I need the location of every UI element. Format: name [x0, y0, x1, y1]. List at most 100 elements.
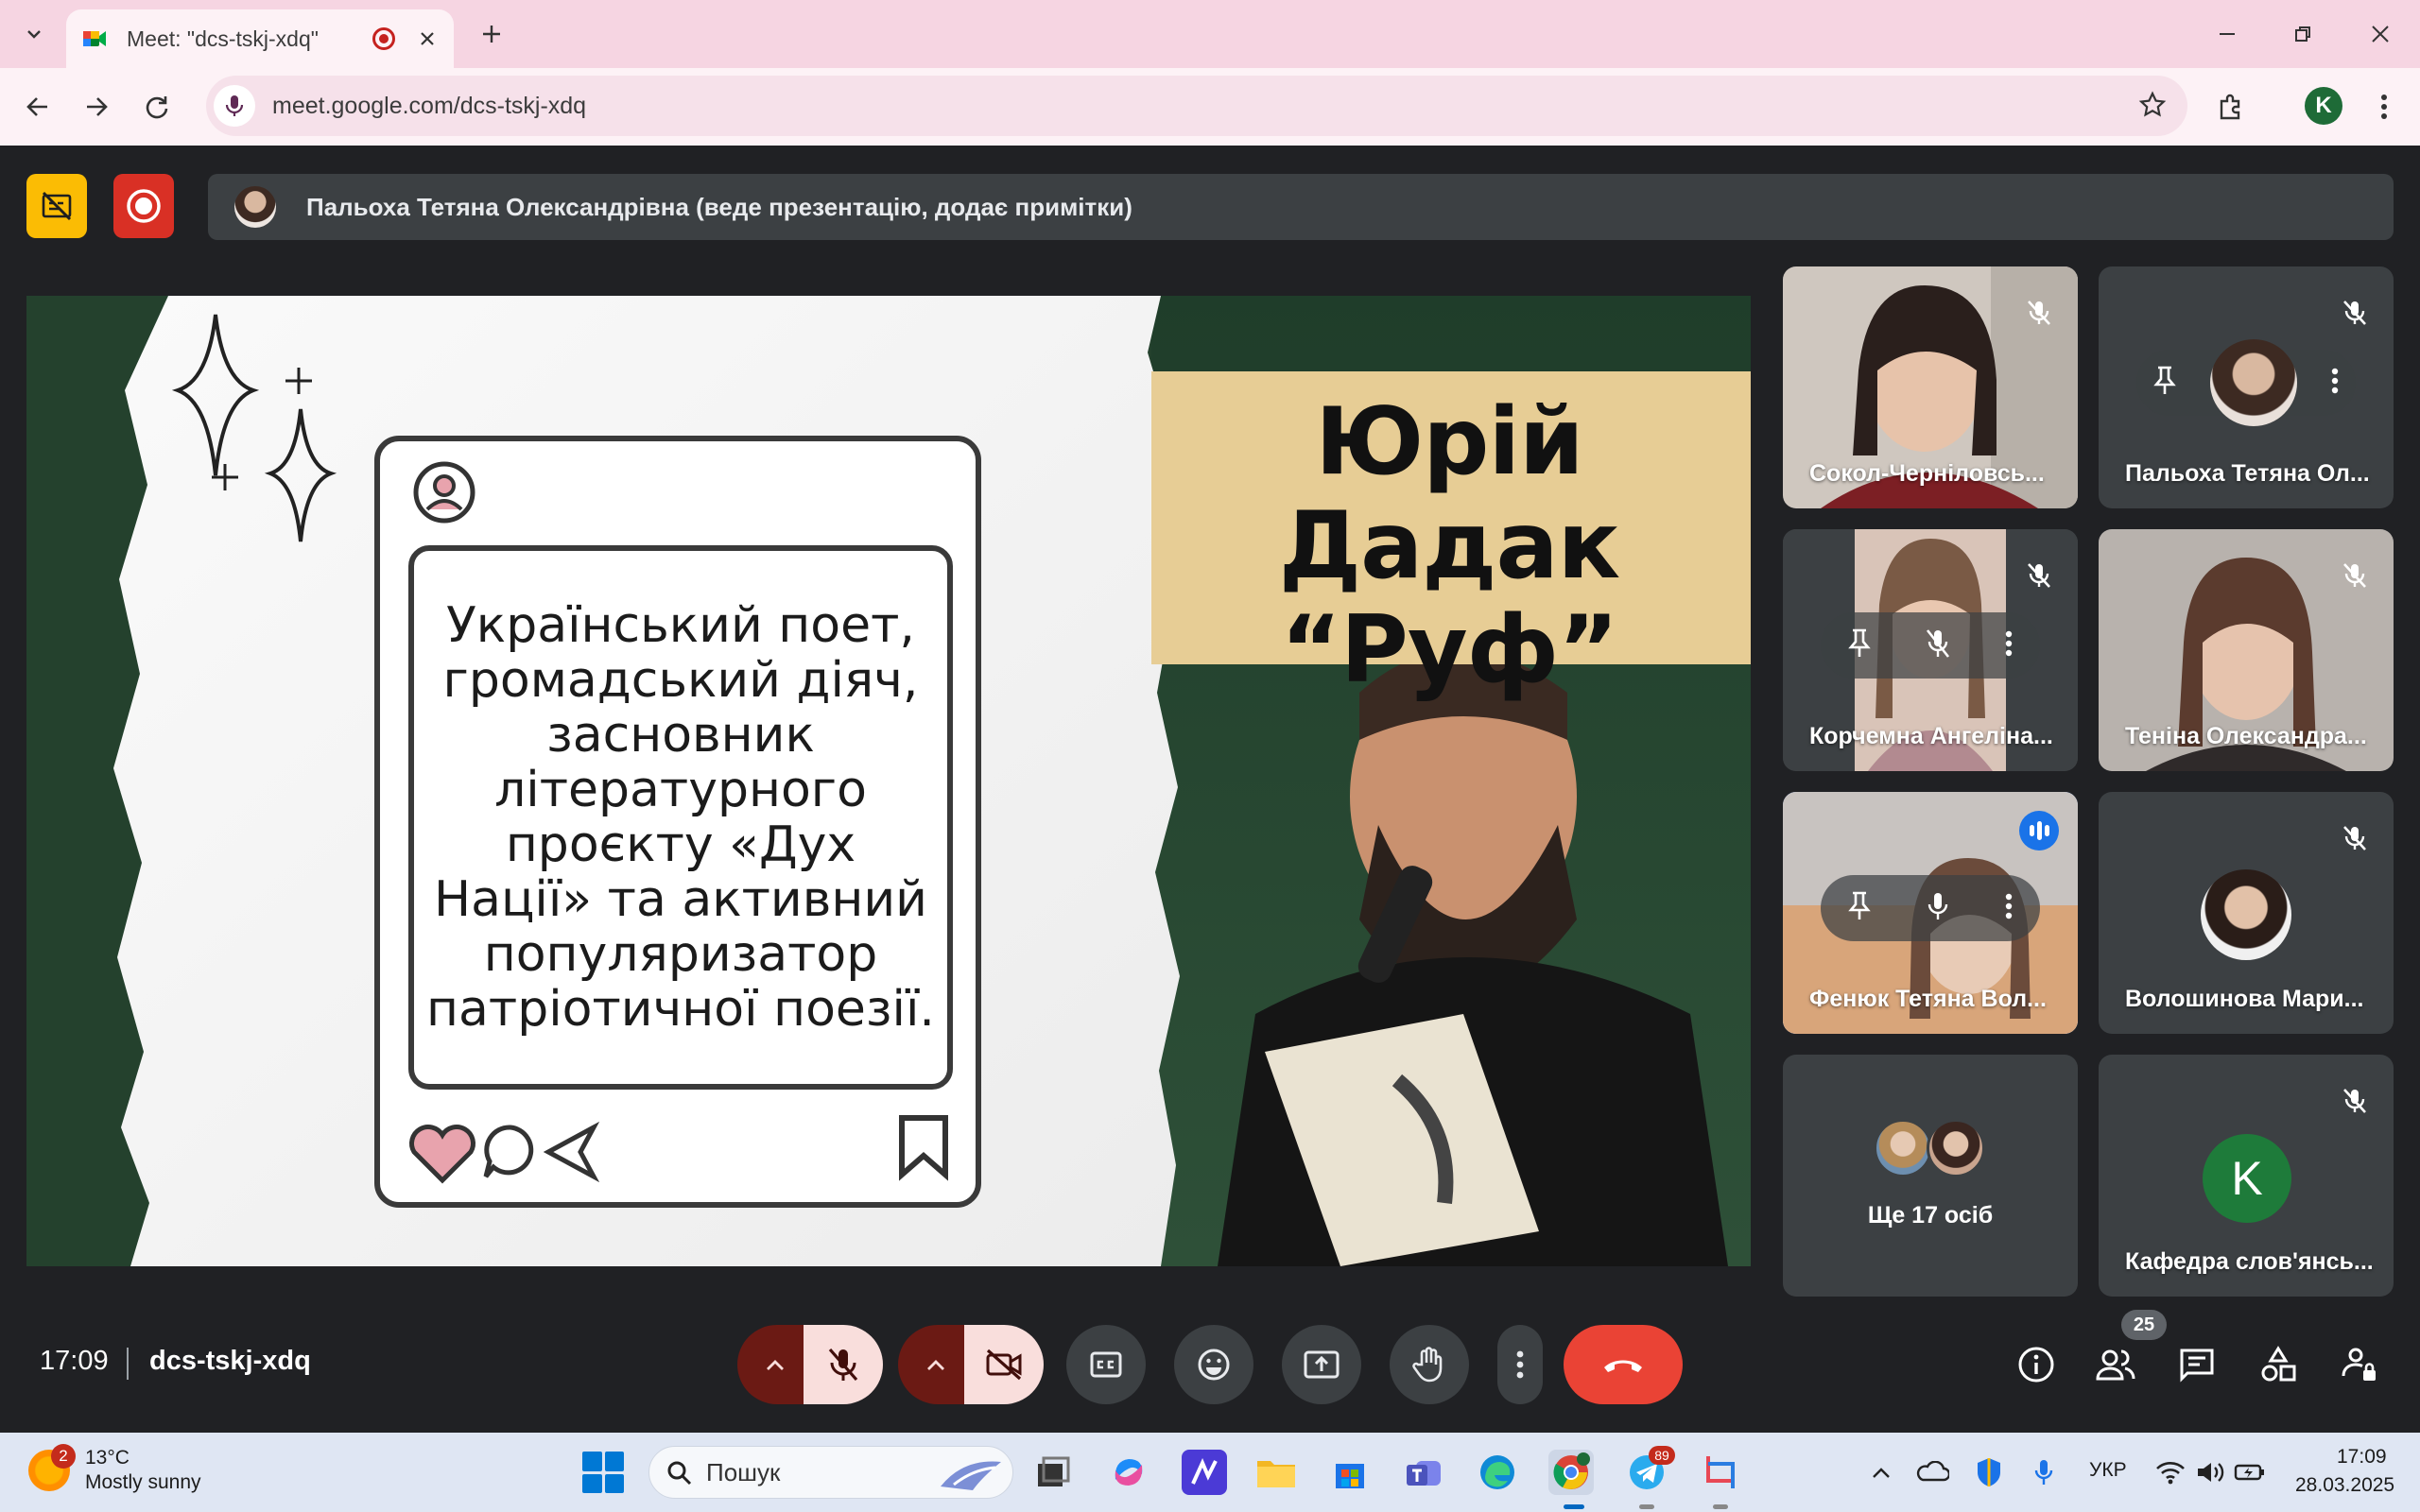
chevron-down-icon	[27, 30, 41, 39]
taskbar-search[interactable]: Пошук	[648, 1446, 1013, 1499]
security-shield-icon[interactable]	[1972, 1455, 2006, 1489]
microphone-permission-icon[interactable]	[214, 85, 255, 127]
weather-widget[interactable]: 2 13°C Mostly sunny	[28, 1444, 201, 1495]
participant-name: Пальоха Тетяна Ол...	[2125, 460, 2370, 487]
pin-icon[interactable]	[1847, 890, 1871, 927]
captions-button[interactable]	[1066, 1325, 1146, 1404]
address-bar[interactable]: meet.google.com/dcs-tskj-xdq	[206, 76, 2187, 136]
people-icon	[2096, 1349, 2135, 1381]
telegram-unread-badge: 89	[1649, 1446, 1675, 1465]
present-to-all-icon	[1304, 1350, 1340, 1379]
participant-tile[interactable]: Сокол-Черніловсь...	[1783, 266, 2078, 508]
microphone-icon[interactable]	[2027, 1455, 2061, 1489]
participant-avatar	[2210, 339, 2297, 426]
telegram-icon[interactable]: 89	[1624, 1446, 1675, 1495]
mic-off-icon[interactable]	[1925, 627, 1951, 664]
mic-off-icon	[2335, 818, 2375, 858]
participant-tile-active-speaker[interactable]: Фенюк Тетяна Вол...	[1783, 792, 2078, 1034]
taskbar-date[interactable]: 28.03.2025	[2295, 1474, 2394, 1497]
browser-menu-button[interactable]	[2367, 88, 2401, 126]
participant-name: Фенюк Тетяна Вол...	[1809, 986, 2047, 1012]
meeting-details-button[interactable]	[2014, 1342, 2059, 1387]
google-meet-favicon-icon	[83, 31, 106, 46]
browser-tab-meet[interactable]: Meet: "dcs-tskj-xdq"	[66, 9, 454, 68]
battery-icon[interactable]	[2233, 1455, 2267, 1489]
input-language[interactable]: УКР	[2089, 1459, 2127, 1482]
copilot-icon[interactable]	[1106, 1450, 1151, 1495]
present-screen-button[interactable]	[1282, 1325, 1361, 1404]
toggle-camera-button[interactable]	[964, 1325, 1044, 1404]
restore-icon	[2295, 26, 2310, 42]
participant-tile[interactable]: Корчемна Ангеліна...	[1783, 529, 2078, 771]
extensions-button[interactable]	[2212, 88, 2250, 126]
participant-avatar	[1874, 1119, 1932, 1177]
chrome-icon[interactable]	[1548, 1450, 1594, 1495]
profile-avatar[interactable]: K	[2305, 87, 2342, 125]
forward-button[interactable]	[78, 88, 115, 126]
minimize-icon	[2220, 33, 2235, 35]
wifi-icon[interactable]	[2153, 1455, 2187, 1489]
edge-icon[interactable]	[1475, 1450, 1520, 1495]
reactions-button[interactable]	[1174, 1325, 1253, 1404]
tab-search-button[interactable]	[15, 15, 53, 53]
participant-avatar	[2201, 869, 2291, 960]
presentation-banner: Пальоха Тетяна Олександрівна (веде презе…	[208, 174, 2394, 240]
activities-button[interactable]	[2256, 1342, 2301, 1387]
microsoft-store-icon[interactable]	[1327, 1450, 1373, 1495]
more-options-icon[interactable]	[2005, 892, 2013, 925]
restore-window-button[interactable]	[2282, 15, 2324, 53]
taskbar-time[interactable]: 17:09	[2337, 1446, 2387, 1469]
slide-title-nickname: “Руф”	[1280, 596, 1619, 704]
more-options-button[interactable]	[1497, 1325, 1543, 1404]
reload-button[interactable]	[138, 88, 176, 126]
participant-name: Сокол-Черніловсь...	[1809, 460, 2045, 487]
speaking-indicator-icon	[2019, 811, 2059, 850]
running-app-indicator	[1713, 1504, 1728, 1509]
hang-up-icon	[1604, 1360, 1642, 1372]
host-controls-button[interactable]	[2337, 1342, 2382, 1387]
participant-tile[interactable]: Теніна Олександра...	[2099, 529, 2394, 771]
participant-tile[interactable]: K Кафедра слов'янсь...	[2099, 1055, 2394, 1297]
more-participants-label: Ще 17 осіб	[1867, 1202, 1994, 1228]
teams-icon[interactable]	[1401, 1450, 1446, 1495]
snipping-tool-icon[interactable]	[1698, 1450, 1743, 1495]
math-app-icon[interactable]	[1182, 1450, 1227, 1495]
search-icon	[667, 1461, 692, 1486]
toggle-microphone-button[interactable]	[804, 1325, 883, 1404]
onedrive-icon[interactable]	[1915, 1455, 1949, 1489]
microphone-icon[interactable]	[1925, 890, 1951, 927]
leave-call-button[interactable]	[1564, 1325, 1683, 1404]
more-vertical-icon	[1516, 1350, 1524, 1379]
volume-icon[interactable]	[2193, 1455, 2227, 1489]
close-tab-icon[interactable]	[416, 27, 439, 50]
participants-count-badge: 25	[2121, 1310, 2167, 1340]
participant-tile[interactable]: Пальоха Тетяна Ол...	[2099, 266, 2394, 508]
close-window-button[interactable]	[2360, 15, 2401, 53]
task-view-icon[interactable]	[1030, 1450, 1076, 1495]
video-options-button[interactable]	[898, 1325, 974, 1404]
back-button[interactable]	[19, 88, 57, 126]
closed-captions-icon	[1090, 1351, 1122, 1378]
audio-options-button[interactable]	[737, 1325, 813, 1404]
chevron-up-icon[interactable]	[1864, 1455, 1898, 1489]
captions-off-badge[interactable]	[26, 174, 87, 238]
bookmark-star-icon[interactable]	[2138, 91, 2167, 124]
browser-tab-strip: Meet: "dcs-tskj-xdq"	[0, 0, 2420, 68]
slide-title-name: Юрій Дадак	[1278, 388, 1620, 600]
participant-tile[interactable]: Волошинова Мари...	[2099, 792, 2394, 1034]
more-options-icon[interactable]	[2005, 629, 2013, 662]
pin-icon[interactable]	[1847, 627, 1871, 664]
raise-hand-button[interactable]	[1390, 1325, 1469, 1404]
weather-sun-icon: 2	[28, 1444, 76, 1491]
pin-icon[interactable]	[2153, 365, 2176, 402]
new-tab-button[interactable]	[473, 15, 510, 53]
file-explorer-icon[interactable]	[1253, 1450, 1299, 1495]
minimize-window-button[interactable]	[2206, 15, 2248, 53]
chat-button[interactable]	[2174, 1342, 2220, 1387]
more-options-icon[interactable]	[2331, 367, 2339, 400]
arrow-left-icon	[26, 97, 47, 116]
people-button[interactable]	[2093, 1342, 2138, 1387]
recording-badge[interactable]	[113, 174, 174, 238]
more-participants-tile[interactable]: Ще 17 осіб	[1783, 1055, 2078, 1297]
start-button[interactable]	[582, 1452, 624, 1493]
